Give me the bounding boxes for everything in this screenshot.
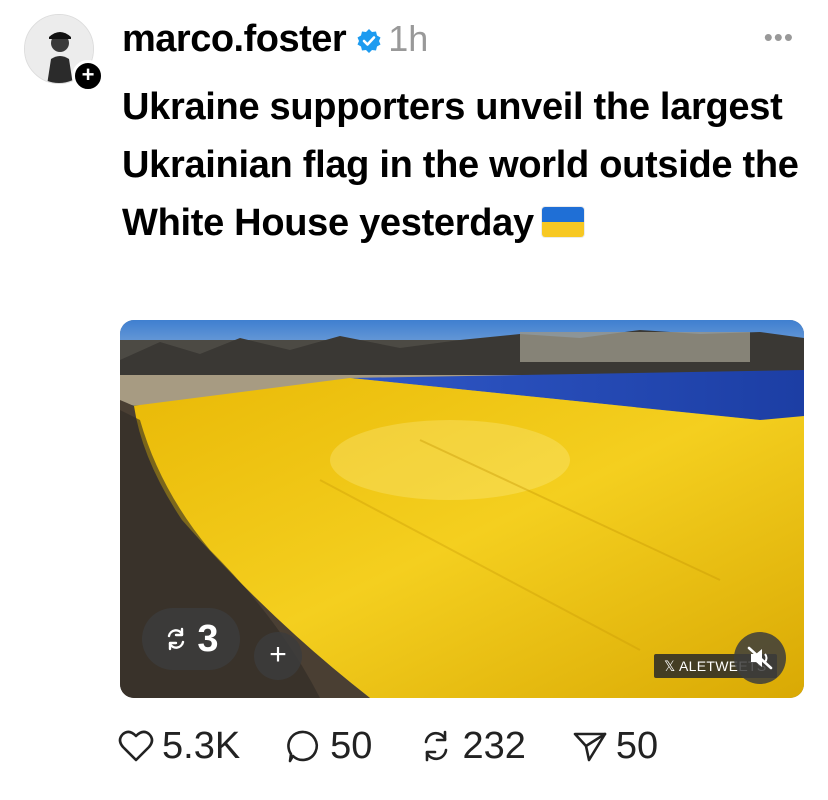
repost-button[interactable]: 232 [418,724,526,768]
repost-count: 232 [462,724,526,767]
repost-icon [168,627,185,651]
share-count: 50 [615,724,659,767]
avatar-container[interactable]: + [24,14,104,92]
post-timestamp: 1h [388,18,429,59]
post-text-content: Ukraine supporters unveil the largest Uk… [122,86,799,244]
send-icon [573,732,607,762]
reply-count: 50 [330,724,373,767]
heart-icon [118,730,154,762]
post-header: marco.foster 1h [122,14,428,64]
like-button[interactable]: 5.3K [118,725,240,768]
share-button[interactable]: 50 [572,725,658,768]
post: + marco.foster 1h ••• Ukraine supporters… [0,0,828,800]
post-actions: 5.3K 50 232 50 [118,720,704,772]
speaker-muted-icon [747,646,773,670]
username[interactable]: marco.foster [122,18,347,61]
repost-overlay-count: 3 [197,617,219,660]
follow-button[interactable]: + [72,60,104,92]
verified-badge-icon [357,29,381,53]
comment-icon [287,730,319,763]
post-video[interactable]: 3 + 𝕏 ALETWEETS [120,320,804,698]
repost-icon [425,730,448,762]
reply-button[interactable]: 50 [286,725,372,768]
more-options-icon[interactable]: ••• [764,22,794,53]
ukraine-flag-emoji [541,206,584,237]
reposts-overlay-button[interactable]: 3 [142,608,240,670]
post-text: Ukraine supporters unveil the largest Uk… [122,78,802,252]
add-button[interactable]: + [254,632,302,680]
mute-button[interactable] [734,632,786,684]
like-count: 5.3K [162,724,241,767]
